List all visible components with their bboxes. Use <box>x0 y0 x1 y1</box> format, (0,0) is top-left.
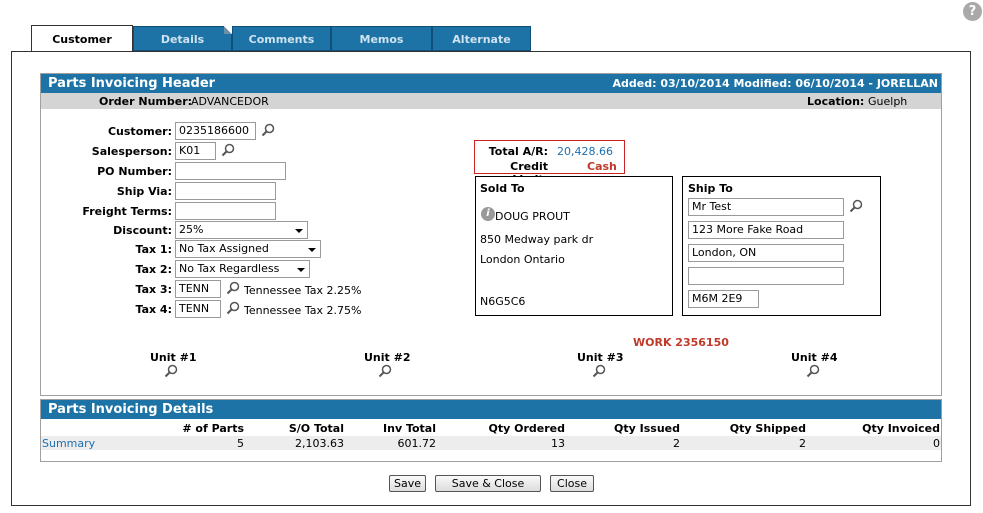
ship-to-postal-input[interactable]: M6M 2E9 <box>688 290 759 308</box>
tax2-value: No Tax Regardless <box>179 262 280 275</box>
tax3-search-icon[interactable] <box>226 281 240 295</box>
ship-to-search-icon[interactable] <box>849 199 863 213</box>
unit-3-search-icon[interactable] <box>592 364 606 378</box>
unit-4-label: Unit #4 <box>791 351 838 364</box>
po-number-label: PO Number: <box>97 165 172 178</box>
cell-num-parts: 5 <box>237 437 244 450</box>
tax4-input[interactable]: TENN <box>175 300 221 318</box>
unit-4-search-icon[interactable] <box>806 364 820 378</box>
cell-qty-shipped: 2 <box>799 437 806 450</box>
chevron-down-icon <box>308 248 316 252</box>
col-num-parts: # of Parts <box>182 422 244 435</box>
tax3-description: Tennessee Tax 2.25% <box>244 284 362 297</box>
ship-via-label: Ship Via: <box>116 185 172 198</box>
col-inv-total: Inv Total <box>383 422 436 435</box>
unit-1-label: Unit #1 <box>150 351 197 364</box>
tab-customer[interactable]: Customer <box>31 25 133 53</box>
total-ar-label: Total A/R: <box>488 145 548 158</box>
sold-to-line2: London Ontario <box>480 253 565 266</box>
unit-1-search-icon[interactable] <box>164 364 178 378</box>
tax1-label: Tax 1: <box>135 243 173 256</box>
sold-to-line1: 850 Medway park dr <box>480 233 594 246</box>
close-button[interactable]: Close <box>550 475 594 492</box>
tax3-label: Tax 3: <box>135 283 173 296</box>
tax4-label: Tax 4: <box>135 303 173 316</box>
freight-terms-input[interactable] <box>175 202 276 220</box>
cell-qty-ordered: 13 <box>551 437 565 450</box>
ship-to-name-input[interactable]: Mr Test <box>688 198 844 216</box>
order-number-label: Order Number: <box>99 95 193 108</box>
customer-label: Customer: <box>107 125 172 138</box>
col-so-total: S/O Total <box>288 422 344 435</box>
tax2-select[interactable]: No Tax Regardless <box>175 260 310 278</box>
col-qty-invoiced: Qty Invoiced <box>862 422 940 435</box>
unit-2-label: Unit #2 <box>364 351 411 364</box>
tab-fold-icon <box>224 26 232 34</box>
tab-memos[interactable]: Memos <box>331 26 432 51</box>
discount-label: Discount: <box>113 224 172 237</box>
customer-input[interactable]: 0235186600 <box>175 122 256 140</box>
tax1-select[interactable]: No Tax Assigned <box>175 240 321 258</box>
discount-select[interactable]: 25% <box>175 221 308 239</box>
tax4-search-icon[interactable] <box>226 301 240 315</box>
tab-alternate-charge[interactable]: Alternate Charge <box>432 26 531 71</box>
col-qty-ordered: Qty Ordered <box>488 422 565 435</box>
info-icon[interactable]: i <box>481 207 495 221</box>
tax2-label: Tax 2: <box>135 263 173 276</box>
details-title: Parts Invoicing Details <box>48 402 214 417</box>
salesperson-search-icon[interactable] <box>221 143 235 157</box>
col-qty-shipped: Qty Shipped <box>729 422 806 435</box>
credit-limit-value: Cash <box>587 160 617 173</box>
chevron-down-icon <box>295 229 303 233</box>
invoicing-details-panel: Parts Invoicing Details # of Parts S/O T… <box>40 399 942 462</box>
chevron-down-icon <box>297 268 305 272</box>
tab-details[interactable]: Details <box>133 26 232 51</box>
details-title-bar: Parts Invoicing Details <box>41 400 941 419</box>
save-close-button[interactable]: Save & Close <box>435 475 541 492</box>
tax3-input[interactable]: TENN <box>175 280 221 298</box>
ship-to-line3-input[interactable] <box>688 267 844 285</box>
order-number-value: ADVANCEDOR <box>191 95 269 108</box>
cell-qty-issued: 2 <box>673 437 680 450</box>
header-added-info: Added: 03/10/2014 Modified: 06/10/2014 -… <box>612 77 938 90</box>
salesperson-input[interactable]: K01 <box>175 142 216 160</box>
sold-to-name: DOUG PROUT <box>495 210 570 223</box>
location-value: Guelph <box>868 95 908 108</box>
unit-3-label: Unit #3 <box>577 351 624 364</box>
cell-so-total: 2,103.63 <box>295 437 344 450</box>
customer-search-icon[interactable] <box>261 123 275 137</box>
order-info-bar: Order Number: ADVANCEDOR Location: Guelp… <box>41 93 941 109</box>
cell-inv-total: 601.72 <box>397 437 437 450</box>
sold-to-title: Sold To <box>480 182 525 195</box>
header-title-bar: Parts Invoicing Header Added: 03/10/2014… <box>41 74 941 93</box>
salesperson-label: Salesperson: <box>91 145 172 158</box>
ship-to-line2-input[interactable]: London, ON <box>688 244 844 262</box>
help-icon[interactable]: ? <box>963 2 982 21</box>
header-title: Parts Invoicing Header <box>48 76 216 91</box>
sold-to-postal: N6G5C6 <box>480 295 526 308</box>
ship-to-line1-input[interactable]: 123 More Fake Road <box>688 221 844 239</box>
tab-comments[interactable]: Comments <box>232 26 331 51</box>
cell-qty-invoiced: 0 <box>933 437 940 450</box>
discount-value: 25% <box>179 223 204 236</box>
freight-terms-label: Freight Terms: <box>82 205 172 218</box>
summary-link[interactable]: Summary <box>42 437 95 450</box>
ship-via-input[interactable] <box>175 182 276 200</box>
location-label: Location: <box>807 95 865 108</box>
unit-2-search-icon[interactable] <box>378 364 392 378</box>
tab-details-label: Details <box>160 33 205 46</box>
work-order-number: WORK 2356150 <box>633 336 729 349</box>
total-ar-value: 20,428.66 <box>557 145 613 158</box>
col-qty-issued: Qty Issued <box>614 422 680 435</box>
tax1-value: No Tax Assigned <box>179 242 269 255</box>
tax4-description: Tennessee Tax 2.75% <box>244 304 362 317</box>
ship-to-title: Ship To <box>688 182 733 195</box>
po-number-input[interactable] <box>175 162 286 180</box>
save-button[interactable]: Save <box>389 475 426 492</box>
